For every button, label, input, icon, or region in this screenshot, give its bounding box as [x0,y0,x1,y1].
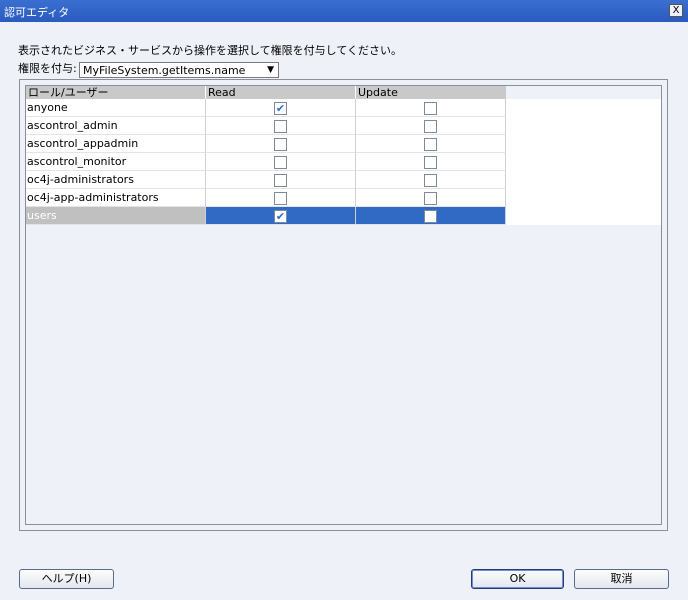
chevron-down-icon: ▼ [267,65,274,75]
table-row[interactable]: ascontrol_appadmin [26,135,506,153]
table-row[interactable]: oc4j-app-administrators [26,189,506,207]
table-row[interactable]: ascontrol_monitor [26,153,506,171]
read-checkbox[interactable] [274,174,287,187]
role-name-cell[interactable]: ascontrol_monitor [26,153,206,171]
read-checkbox[interactable] [274,192,287,205]
update-cell[interactable] [356,135,506,153]
read-cell[interactable] [206,153,356,171]
grant-label: 権限を付与: [18,62,77,75]
update-checkbox[interactable] [424,192,437,205]
update-cell[interactable] [356,171,506,189]
table-row[interactable]: ascontrol_admin [26,117,506,135]
read-checkbox[interactable]: ✔ [274,102,287,115]
update-checkbox[interactable] [424,138,437,151]
grant-dropdown[interactable]: MyFileSystem.getItems.name ▼ [79,62,279,78]
close-icon[interactable]: X [669,4,683,17]
read-checkbox[interactable] [274,156,287,169]
read-cell[interactable] [206,117,356,135]
role-name: oc4j-app-administrators [27,191,159,204]
read-checkbox[interactable]: ✔ [274,210,287,223]
update-cell[interactable] [356,207,506,225]
update-checkbox[interactable] [424,120,437,133]
role-name-cell[interactable]: ascontrol_appadmin [26,135,206,153]
role-name: ascontrol_monitor [27,155,127,168]
table-row[interactable]: oc4j-administrators [26,171,506,189]
column-header-update[interactable]: Update [356,86,506,99]
update-checkbox[interactable] [424,102,437,115]
table-row[interactable]: users ✔ [26,207,506,225]
update-checkbox[interactable] [424,210,437,223]
title-bar: 認可エディタ X [0,0,688,22]
update-cell[interactable] [356,153,506,171]
ok-button[interactable]: OK [471,569,564,589]
update-cell[interactable] [356,189,506,207]
read-cell[interactable] [206,189,356,207]
read-checkbox[interactable] [274,138,287,151]
update-cell[interactable] [356,99,506,117]
permission-table: ロール/ユーザー Read Update anyone ✔ ascontrol_ad… [25,85,662,525]
cancel-button[interactable]: 取消 [574,569,669,589]
role-name: oc4j-administrators [27,173,134,186]
table-row[interactable]: anyone ✔ [26,99,506,117]
grant-dropdown-value: MyFileSystem.getItems.name [83,64,246,77]
role-name: ascontrol_appadmin [27,137,139,150]
instruction-text: 表示されたビジネス・サービスから操作を選択して権限を付与してください。 [18,44,403,57]
role-name-cell[interactable]: oc4j-app-administrators [26,189,206,207]
update-checkbox[interactable] [424,156,437,169]
read-cell[interactable]: ✔ [206,99,356,117]
update-cell[interactable] [356,117,506,135]
role-name-cell[interactable]: anyone [26,99,206,117]
read-checkbox[interactable] [274,120,287,133]
help-button[interactable]: ヘルプ(H) [19,569,114,589]
read-cell[interactable] [206,171,356,189]
window-title: 認可エディタ [4,6,70,19]
column-header-role[interactable]: ロール/ユーザー [26,86,206,99]
column-header-read[interactable]: Read [206,86,356,99]
update-checkbox[interactable] [424,174,437,187]
role-name-cell[interactable]: oc4j-administrators [26,171,206,189]
read-cell[interactable]: ✔ [206,207,356,225]
role-name: ascontrol_admin [27,119,118,132]
role-name-cell[interactable]: users [26,207,206,225]
role-name-cell[interactable]: ascontrol_admin [26,117,206,135]
read-cell[interactable] [206,135,356,153]
role-name: anyone [27,101,68,114]
role-name: users [27,209,57,222]
